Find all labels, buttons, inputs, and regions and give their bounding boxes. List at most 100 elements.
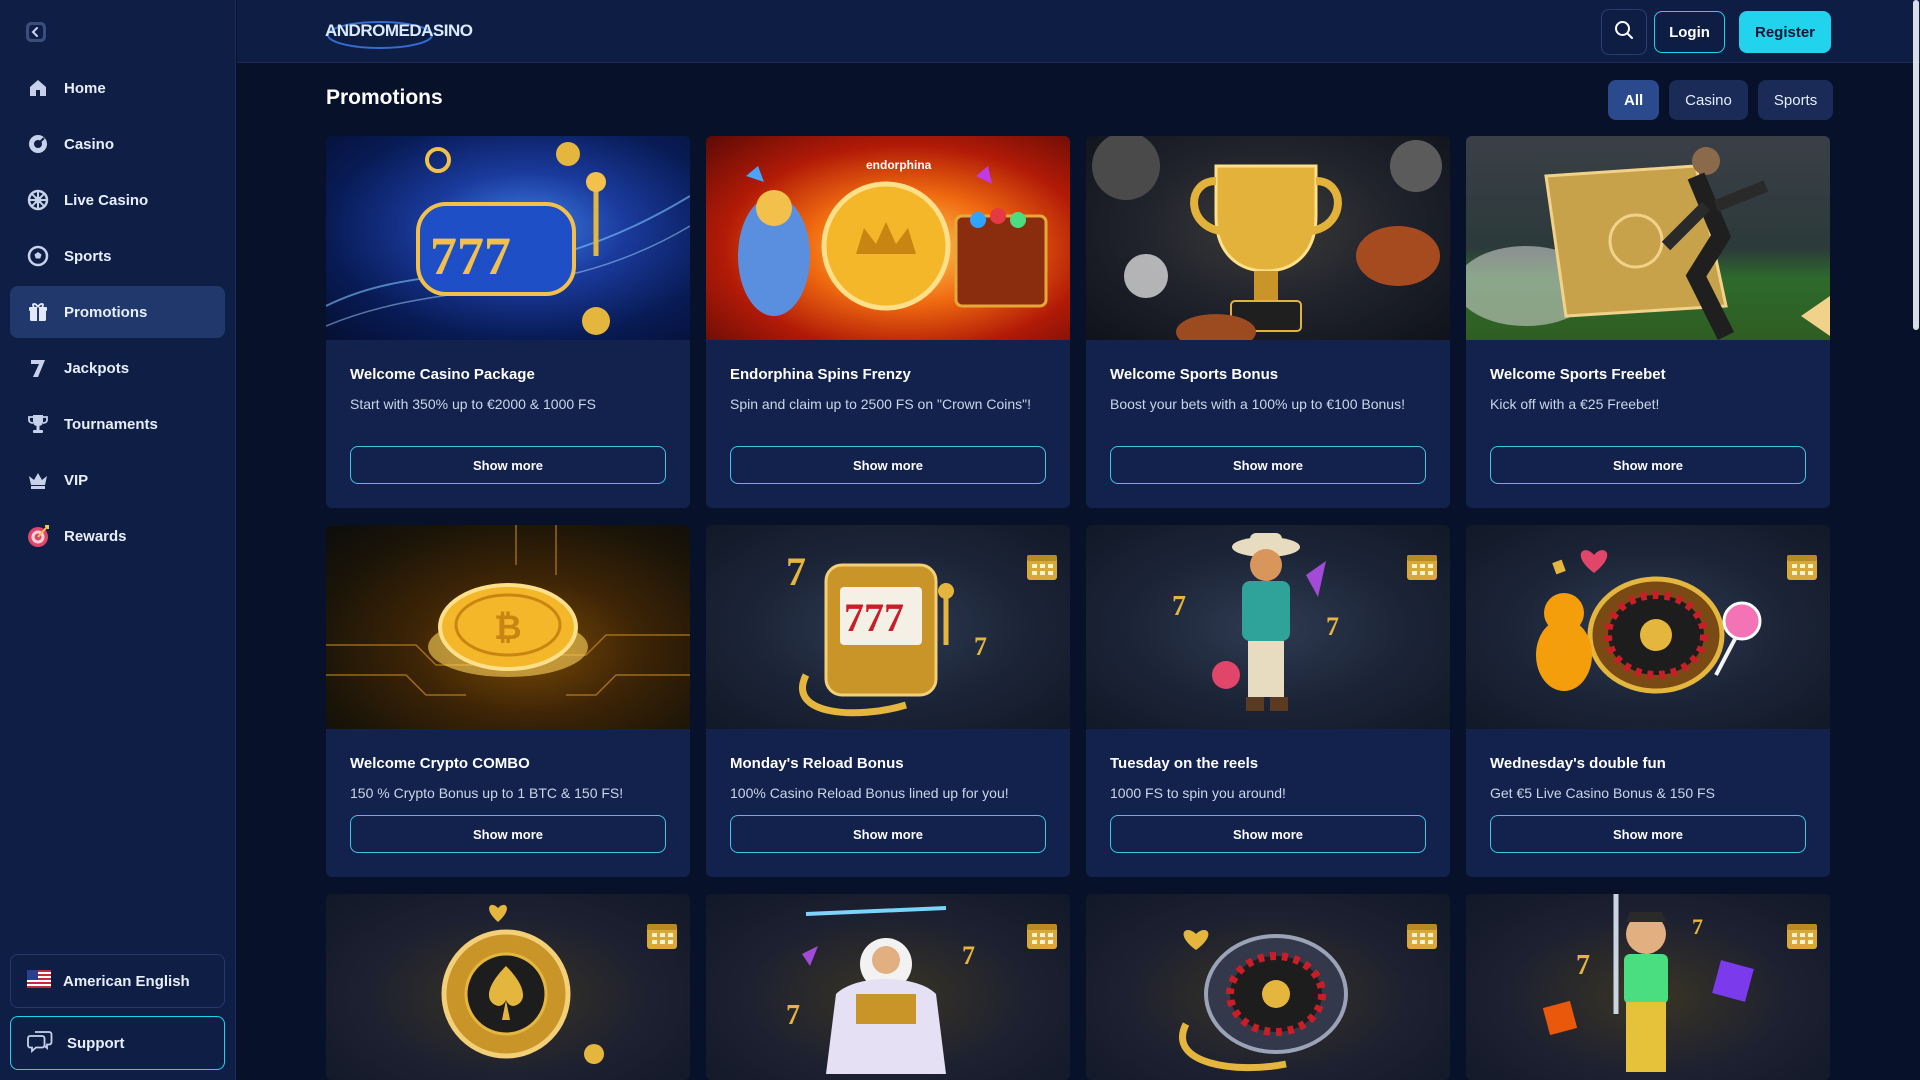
soccer-ball-icon	[26, 244, 50, 268]
sidebar-collapse-icon[interactable]	[25, 21, 47, 43]
trophy-icon	[26, 412, 50, 436]
promo-image-zeus: 7 7	[706, 894, 1070, 1080]
support-button[interactable]: Support	[10, 1016, 225, 1070]
svg-text:7: 7	[962, 941, 975, 970]
sidebar-item-sports[interactable]: Sports	[10, 230, 225, 282]
promo-card-body: Monday's Reload Bonus 100% Casino Reload…	[706, 755, 1070, 803]
filter-casino[interactable]: Casino	[1669, 80, 1748, 120]
promo-description: Start with 350% up to €2000 & 1000 FS	[350, 396, 596, 412]
sidebar-item-label: Jackpots	[64, 359, 130, 377]
sidebar-item-label: VIP	[64, 471, 89, 489]
promo-title: Tuesday on the reels	[1110, 755, 1259, 772]
promo-card: 7 7	[1466, 894, 1830, 1080]
promo-card: Welcome Sports Freebet Kick off with a €…	[1466, 136, 1830, 508]
sidebar-item-label: Casino	[64, 135, 115, 153]
sidebar-item-promotions[interactable]: Promotions	[10, 286, 225, 338]
promo-card: 777 Welcome Casino Package Start with 35…	[326, 136, 690, 508]
promotion-filters: All Casino Sports	[1608, 80, 1834, 120]
promo-image-crown-coins: endorphina	[706, 136, 1070, 340]
svg-text:7: 7	[786, 549, 806, 594]
show-more-button[interactable]: Show more	[730, 815, 1046, 853]
sidebar-item-home[interactable]: Home	[10, 62, 225, 114]
sidebar-item-vip[interactable]: VIP	[10, 454, 225, 506]
promo-card-body: Welcome Sports Freebet Kick off with a €…	[1466, 366, 1830, 414]
show-more-button[interactable]: Show more	[730, 446, 1046, 484]
promo-description: Spin and claim up to 2500 FS on "Crown C…	[730, 396, 1031, 412]
show-more-button[interactable]: Show more	[350, 446, 666, 484]
casino-chip-icon	[26, 132, 50, 156]
promo-title: Monday's Reload Bonus	[730, 755, 904, 772]
promo-title: Welcome Casino Package	[350, 366, 535, 383]
roulette-icon	[26, 188, 50, 212]
promo-card: Welcome Sports Bonus Boost your bets wit…	[1086, 136, 1450, 508]
promo-title: Welcome Sports Freebet	[1490, 366, 1666, 383]
calendar-icon	[1406, 551, 1438, 581]
sidebar-item-label: Rewards	[64, 527, 127, 545]
promo-card: endorphina Endorphina Spins Frenzy Spin …	[706, 136, 1070, 508]
sidebar: Home Casino Live Casino Sports Promotion…	[0, 0, 236, 1080]
svg-text:7: 7	[1326, 612, 1339, 641]
home-icon	[26, 76, 50, 100]
calendar-icon	[646, 920, 678, 950]
promo-card-body: Tuesday on the reels 1000 FS to spin you…	[1086, 755, 1450, 803]
login-button[interactable]: Login	[1654, 11, 1725, 53]
show-more-button[interactable]: Show more	[1490, 446, 1806, 484]
logo[interactable]: ANDROMEDASINO	[325, 12, 473, 54]
sidebar-item-jackpots[interactable]: Jackpots	[10, 342, 225, 394]
register-button[interactable]: Register	[1739, 11, 1831, 53]
sidebar-item-tournaments[interactable]: Tournaments	[10, 398, 225, 450]
promo-card: Wednesday's double fun Get €5 Live Casin…	[1466, 525, 1830, 877]
promo-card	[1086, 894, 1450, 1080]
calendar-icon	[1026, 920, 1058, 950]
promo-card-body: Welcome Casino Package Start with 350% u…	[326, 366, 690, 414]
promo-image-miner: 7 7	[1466, 894, 1830, 1080]
language-label: American English	[63, 972, 190, 990]
svg-text:777: 777	[430, 226, 511, 286]
promo-image-bitcoin: ₿	[326, 525, 690, 729]
promo-image-slot-machine: 777	[326, 136, 690, 340]
promo-description: 100% Casino Reload Bonus lined up for yo…	[730, 785, 1009, 801]
promo-image-trophy	[1086, 136, 1450, 340]
promo-card: ₿ Welcome Crypto COMBO 150 % Crypto Bonu…	[326, 525, 690, 877]
show-more-button[interactable]: Show more	[350, 815, 666, 853]
show-more-button[interactable]: Show more	[1110, 815, 1426, 853]
sidebar-item-rewards[interactable]: Rewards	[10, 510, 225, 562]
seven-icon	[26, 356, 50, 380]
show-more-button[interactable]: Show more	[1110, 446, 1426, 484]
chat-bubble-icon	[27, 1029, 53, 1058]
promo-card-body: Endorphina Spins Frenzy Spin and claim u…	[706, 366, 1070, 414]
sidebar-item-live-casino[interactable]: Live Casino	[10, 174, 225, 226]
promo-title: Welcome Sports Bonus	[1110, 366, 1279, 383]
language-selector[interactable]: American English	[10, 954, 225, 1008]
promo-card: 7 7 Tuesday on the reels 1000 FS to spin…	[1086, 525, 1450, 877]
promo-image-reload-slot: 777 7 7	[706, 525, 1070, 729]
promo-description: 1000 FS to spin you around!	[1110, 785, 1286, 801]
sidebar-item-label: Promotions	[64, 303, 148, 321]
search-button[interactable]	[1601, 9, 1647, 55]
svg-text:777: 777	[844, 595, 904, 640]
show-more-button[interactable]: Show more	[1490, 815, 1806, 853]
promo-description: Kick off with a €25 Freebet!	[1490, 396, 1660, 412]
svg-text:₿: ₿	[494, 609, 522, 647]
search-icon	[1614, 20, 1634, 45]
promo-image-cowboy: 7 7	[1086, 525, 1450, 729]
promo-image-roulette	[1086, 894, 1450, 1080]
endorphina-badge: endorphina	[866, 158, 932, 172]
filter-sports[interactable]: Sports	[1757, 80, 1834, 120]
promo-image-roulette-candy	[1466, 525, 1830, 729]
promo-card: 7 7	[706, 894, 1070, 1080]
svg-text:7: 7	[1172, 591, 1186, 622]
crown-icon	[26, 468, 50, 492]
promo-description: Boost your bets with a 100% up to €100 B…	[1110, 396, 1405, 412]
sidebar-item-label: Live Casino	[64, 191, 149, 209]
svg-text:7: 7	[1692, 914, 1703, 939]
sidebar-item-casino[interactable]: Casino	[10, 118, 225, 170]
calendar-icon	[1786, 551, 1818, 581]
filter-all[interactable]: All	[1608, 80, 1660, 120]
scrollbar-thumb[interactable]	[1913, 0, 1919, 330]
calendar-icon	[1786, 920, 1818, 950]
svg-text:7: 7	[786, 1000, 800, 1031]
logo-text: ANDROMEDASINO	[325, 21, 473, 40]
calendar-icon	[1406, 920, 1438, 950]
promo-description: Get €5 Live Casino Bonus & 150 FS	[1490, 785, 1715, 801]
